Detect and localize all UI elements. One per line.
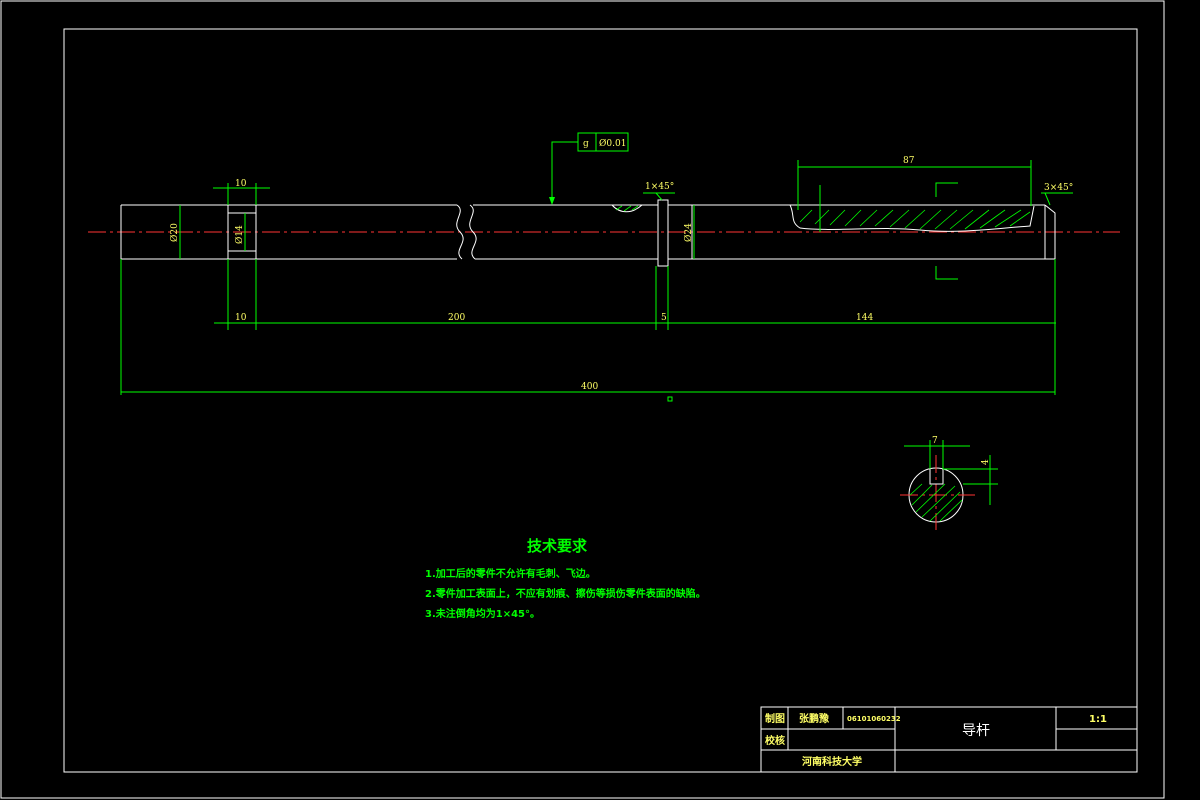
title-drawn-id: 06101060232 (847, 715, 901, 723)
tech-req-line-3: 3.未注倒角均为1×45°。 (425, 607, 540, 620)
chamfer-left: 1×45° (645, 182, 674, 192)
dim-dia-24: Ø24 (683, 223, 694, 242)
section-depth-dim: 4 (981, 459, 991, 465)
title-check-label: 校核 (765, 734, 785, 747)
chamfer-right: 3×45° (1044, 183, 1073, 193)
title-scale: 1:1 (1089, 714, 1107, 725)
dim-10-bottom: 10 (235, 313, 247, 323)
outer-border (0, 0, 1165, 799)
section-width-dim: 7 (932, 436, 938, 446)
tolerance-frame: g Ø0.01 (577, 132, 629, 152)
title-school: 河南科技大学 (802, 755, 862, 768)
dim-400: 400 (581, 382, 598, 392)
title-part-name: 导杆 (962, 723, 990, 739)
keyway-hatch (615, 205, 1031, 230)
dim-200: 200 (448, 313, 465, 323)
tech-req-line-1: 1.加工后的零件不允许有毛刺、飞边。 (425, 567, 596, 580)
cad-drawing: g Ø0.01 10 10 200 5 144 400 87 1×45° 3×4… (0, 0, 1165, 799)
dim-5: 5 (661, 313, 667, 323)
shaft-outline (120, 199, 1056, 267)
dimension-lines (120, 141, 1073, 402)
tech-req-title: 技术要求 (527, 537, 588, 555)
dim-dia-14: Ø14 (234, 225, 245, 244)
tolerance-value: Ø0.01 (599, 138, 626, 149)
dim-144: 144 (856, 313, 873, 323)
tech-req-line-2: 2.零件加工表面上，不应有划痕、擦伤等损伤零件表面的缺陷。 (425, 587, 706, 600)
title-drawn-name: 张鹏豫 (799, 712, 829, 725)
section-view (900, 440, 998, 530)
title-drawn-label: 制图 (765, 712, 785, 725)
dim-dia-20: Ø20 (169, 223, 180, 242)
dim-87: 87 (903, 156, 915, 166)
tolerance-symbol: g (583, 139, 589, 149)
dim-10-top: 10 (235, 179, 247, 189)
